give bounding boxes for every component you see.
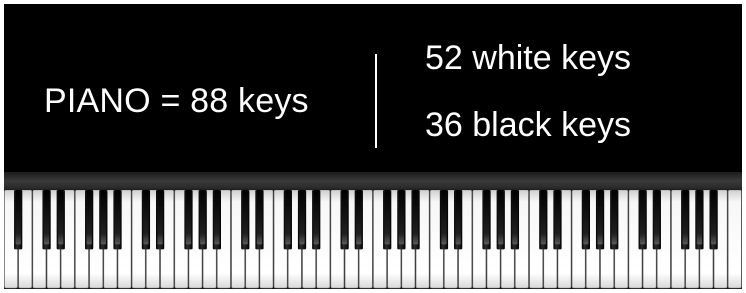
piano-keyboard xyxy=(4,190,742,289)
black-key[interactable] xyxy=(113,190,122,250)
black-key[interactable] xyxy=(212,190,221,250)
infographic-frame: PIANO = 88 keys 52 white keys 36 black k… xyxy=(4,4,742,289)
black-key[interactable] xyxy=(482,190,491,250)
black-key[interactable] xyxy=(42,190,51,250)
info-panel: PIANO = 88 keys 52 white keys 36 black k… xyxy=(4,4,742,172)
black-key[interactable] xyxy=(99,190,108,250)
black-key-count-label: 36 black keys xyxy=(425,106,631,144)
black-key[interactable] xyxy=(184,190,193,250)
black-key[interactable] xyxy=(581,190,590,250)
black-key[interactable] xyxy=(610,190,619,250)
black-key[interactable] xyxy=(496,190,505,250)
vertical-divider xyxy=(375,54,377,148)
black-key[interactable] xyxy=(14,190,23,250)
black-key[interactable] xyxy=(283,190,292,250)
black-key[interactable] xyxy=(397,190,406,250)
black-key[interactable] xyxy=(198,190,207,250)
piano-key-total-label: PIANO = 88 keys xyxy=(44,82,309,120)
black-key[interactable] xyxy=(241,190,250,250)
black-key[interactable] xyxy=(411,190,420,250)
white-key-count-label: 52 white keys xyxy=(425,39,631,77)
black-key[interactable] xyxy=(695,190,704,250)
piano-keys-graphic xyxy=(4,190,742,289)
black-key[interactable] xyxy=(255,190,264,250)
black-key[interactable] xyxy=(439,190,449,250)
black-key[interactable] xyxy=(354,190,363,250)
black-key[interactable] xyxy=(297,190,307,250)
black-key[interactable] xyxy=(510,190,520,250)
black-key[interactable] xyxy=(553,190,562,250)
keyboard-rail xyxy=(4,172,742,192)
black-key[interactable] xyxy=(709,190,718,250)
black-key[interactable] xyxy=(56,190,65,250)
black-key[interactable] xyxy=(454,190,463,250)
black-key[interactable] xyxy=(312,190,321,250)
black-key[interactable] xyxy=(595,190,605,250)
black-key[interactable] xyxy=(141,190,151,250)
black-key[interactable] xyxy=(652,190,661,250)
black-key[interactable] xyxy=(383,190,392,250)
black-key[interactable] xyxy=(340,190,349,250)
black-key[interactable] xyxy=(156,190,165,250)
white-key[interactable] xyxy=(728,190,742,289)
black-key[interactable] xyxy=(638,190,647,250)
black-key[interactable] xyxy=(85,190,94,250)
black-key[interactable] xyxy=(681,190,690,250)
black-key[interactable] xyxy=(539,190,548,250)
